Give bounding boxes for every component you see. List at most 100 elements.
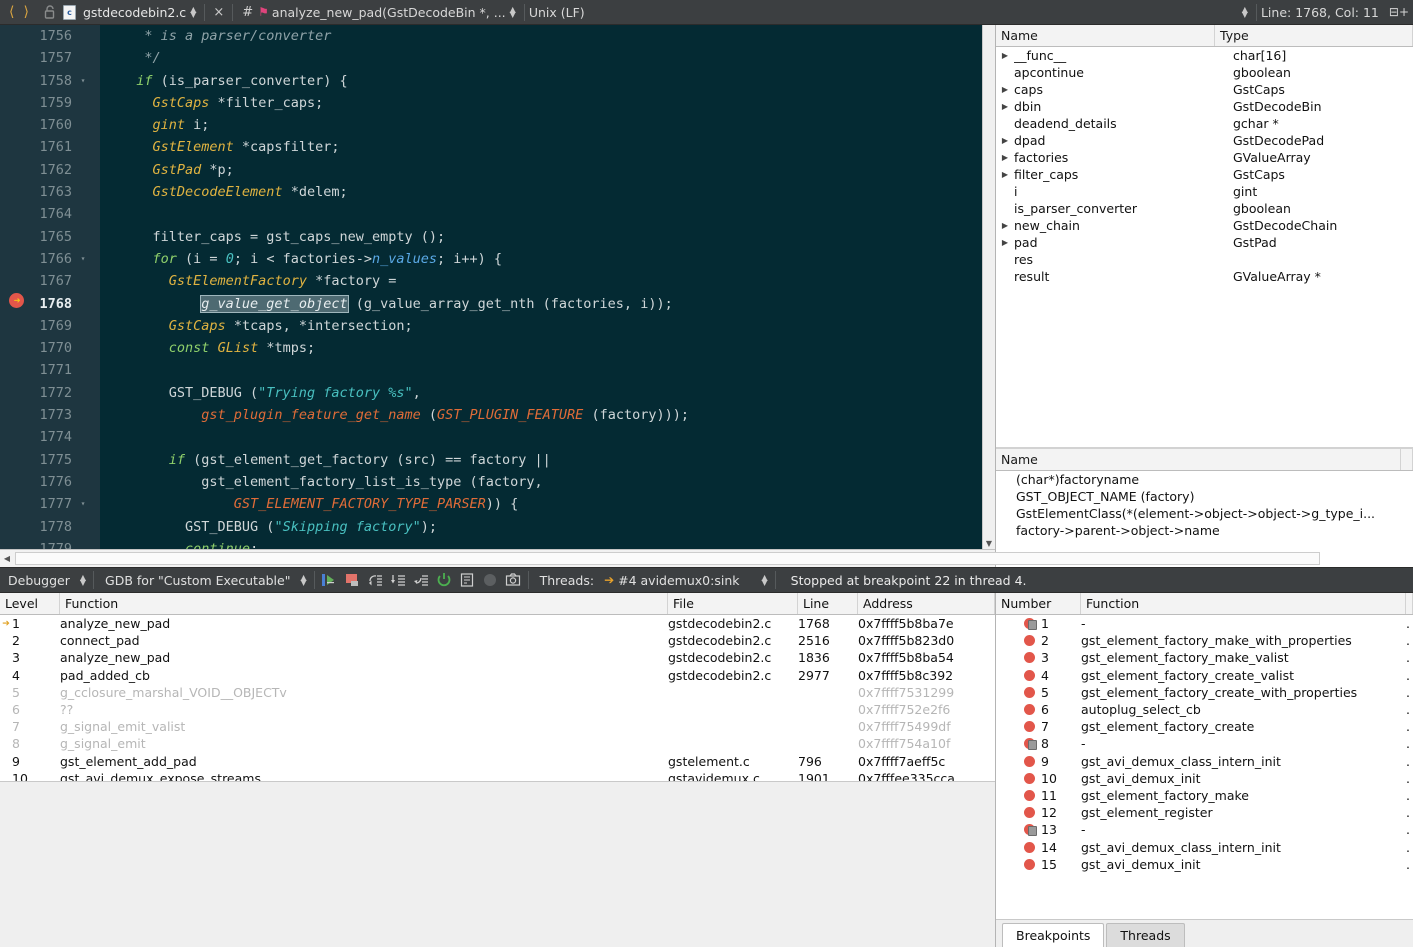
breakpoint-dot-icon[interactable]	[1024, 841, 1035, 853]
breakpoint-row[interactable]: 4 gst_element_factory_create_valist.	[996, 667, 1413, 684]
breakpoints-column-file[interactable]: F	[1406, 593, 1413, 614]
locals-row[interactable]: result GValueArray *	[996, 268, 1413, 285]
expression-row[interactable]: (char*)factoryname	[996, 471, 1413, 488]
breakpoint-dot-icon[interactable]	[1024, 635, 1035, 647]
step-out-icon[interactable]	[411, 570, 432, 590]
code-line[interactable]: 1769 GstCaps *tcaps, *intersection;	[0, 315, 982, 337]
hscroll-thumb[interactable]	[15, 552, 1320, 565]
fold-marker-icon[interactable]: ▾	[72, 70, 94, 92]
locals-row[interactable]: ▶ dpad GstDecodePad	[996, 132, 1413, 149]
locals-column-type[interactable]: Type	[1215, 25, 1413, 46]
fold-marker-icon[interactable]: ▾	[72, 493, 94, 515]
expressions-column-name[interactable]: Name	[996, 449, 1401, 470]
breakpoint-dot-icon[interactable]	[1024, 858, 1035, 870]
breakpoint-dot-icon[interactable]	[1024, 738, 1037, 751]
tab-breakpoints[interactable]: Breakpoints	[1002, 923, 1105, 947]
locals-row[interactable]: i gint	[996, 183, 1413, 200]
fold-marker-icon[interactable]	[72, 359, 94, 381]
expand-arrow-icon[interactable]: ▶	[996, 136, 1014, 145]
locals-row[interactable]: ▶ caps GstCaps	[996, 81, 1413, 98]
breakpoint-dot-icon[interactable]	[1024, 704, 1035, 716]
breakpoint-row[interactable]: 10 gst_avi_demux_init.	[996, 770, 1413, 787]
breakpoint-row[interactable]: 9 gst_avi_demux_class_intern_init.	[996, 753, 1413, 770]
fold-marker-icon[interactable]	[72, 404, 94, 426]
expand-arrow-icon[interactable]: ▶	[996, 85, 1014, 94]
step-into-icon[interactable]	[388, 570, 409, 590]
stack-row[interactable]: 5 g_cclosure_marshal_VOID__OBJECTv 0x7ffff…	[0, 684, 995, 701]
fold-marker-icon[interactable]	[72, 293, 94, 315]
expression-row[interactable]: GST_OBJECT_NAME (factory)	[996, 488, 1413, 505]
breakpoint-row[interactable]: 7 gst_element_factory_create.	[996, 718, 1413, 735]
breakpoint-dot-icon[interactable]	[1024, 721, 1035, 733]
code-line[interactable]: 1772 GST_DEBUG ("Trying factory %s",	[0, 382, 982, 404]
breakpoint-row[interactable]: 14 gst_avi_demux_class_intern_init.	[996, 838, 1413, 855]
stack-row[interactable]: 8 g_signal_emit 0x7ffff754a10f	[0, 735, 995, 752]
code-line[interactable]: 1761 GstElement *capsfilter;	[0, 136, 982, 158]
breakpoint-dot-icon[interactable]	[1024, 755, 1035, 767]
locals-row[interactable]: ▶ dbin GstDecodeBin	[996, 98, 1413, 115]
fold-marker-icon[interactable]	[72, 382, 94, 404]
stack-row[interactable]: 4 pad_added_cb gstdecodebin2.c 2977 0x7ffff5…	[0, 667, 995, 684]
fold-marker-icon[interactable]	[72, 538, 94, 549]
code-line[interactable]: 1776 gst_element_factory_list_is_type (f…	[0, 471, 982, 493]
code-line[interactable]: 1774	[0, 426, 982, 448]
expand-arrow-icon[interactable]: ▶	[996, 170, 1014, 179]
fold-marker-icon[interactable]	[72, 449, 94, 471]
breakpoint-dot-icon[interactable]	[1024, 789, 1035, 801]
fold-marker-icon[interactable]	[72, 471, 94, 493]
code-line[interactable]: 1762 GstPad *p;	[0, 159, 982, 181]
fold-marker-icon[interactable]	[72, 136, 94, 158]
thread-selector-value[interactable]: #4 avidemux0:sink	[618, 573, 739, 588]
source-code-area[interactable]: 1756 * is a parser/converter 1757 */1758 ▾…	[0, 25, 982, 549]
expression-row[interactable]: factory->parent->object->name	[996, 522, 1413, 539]
debugger-mode-dropdown-icon[interactable]: ▲ ▼	[76, 574, 90, 587]
step-over-icon[interactable]	[365, 570, 386, 590]
code-line[interactable]: 1768 g_value_get_object (g_value_array_g…	[0, 292, 982, 315]
breakpoint-dot-icon[interactable]	[1024, 807, 1035, 819]
stack-column-address[interactable]: Address	[858, 593, 995, 614]
locals-row[interactable]: apcontinue gboolean	[996, 64, 1413, 81]
forward-icon[interactable]: ⟩	[23, 5, 28, 19]
expand-arrow-icon[interactable]: ▶	[996, 153, 1014, 162]
fold-marker-icon[interactable]	[72, 270, 94, 292]
fold-marker-icon[interactable]	[72, 92, 94, 114]
breakpoint-row[interactable]: 11 gst_element_factory_make.	[996, 787, 1413, 804]
line-ending-selector[interactable]: Unix (LF)	[529, 5, 585, 20]
locals-row[interactable]: res	[996, 251, 1413, 268]
code-line[interactable]: 1779 continue;	[0, 538, 982, 549]
breakpoint-row[interactable]: 6 autoplug_select_cb.	[996, 701, 1413, 718]
tab-threads[interactable]: Threads	[1106, 923, 1185, 947]
debug-configuration-dropdown-icon[interactable]: ▲ ▼	[296, 574, 310, 587]
stack-row[interactable]: ➔ 1 analyze_new_pad gstdecodebin2.c 1768 0x7f…	[0, 615, 995, 632]
breakpoint-dot-icon[interactable]	[1024, 824, 1037, 837]
fold-marker-icon[interactable]	[72, 25, 94, 47]
locals-row[interactable]: ▶ pad GstPad	[996, 234, 1413, 251]
locals-column-name[interactable]: Name	[996, 25, 1215, 46]
breakpoint-dot-icon[interactable]	[1024, 669, 1035, 681]
symbol-dropdown-arrows-icon[interactable]: ▲ ▼	[506, 6, 520, 19]
snapshot-icon[interactable]	[503, 570, 524, 590]
thread-dropdown-arrows-icon[interactable]: ▲ ▼	[758, 574, 772, 587]
locals-row[interactable]: ▶ filter_caps GstCaps	[996, 166, 1413, 183]
unlocked-padlock-icon[interactable]	[37, 5, 63, 19]
expand-arrow-icon[interactable]: ▶	[996, 238, 1014, 247]
code-line[interactable]: 1759 GstCaps *filter_caps;	[0, 92, 982, 114]
breakpoint-row[interactable]: 3 gst_element_factory_make_valist.	[996, 649, 1413, 666]
locals-row[interactable]: ▶ __func__ char[16]	[996, 47, 1413, 64]
back-icon[interactable]: ⟨	[9, 5, 14, 19]
breakpoint-dot-icon[interactable]	[1024, 686, 1035, 698]
line-ending-dropdown-arrows-icon[interactable]: ▲ ▼	[1238, 6, 1252, 19]
editor-vertical-scrollbar[interactable]: ▼	[982, 25, 995, 549]
code-line[interactable]: 1757 */	[0, 47, 982, 69]
fold-marker-icon[interactable]	[72, 315, 94, 337]
fold-marker-icon[interactable]	[72, 516, 94, 538]
stack-row[interactable]: 9 gst_element_add_pad gstelement.c 796 0x7ff…	[0, 753, 995, 770]
stack-row[interactable]: 2 connect_pad gstdecodebin2.c 2516 0x7ffff5b…	[0, 632, 995, 649]
editor-horizontal-scrollbar[interactable]: ◀	[0, 549, 1320, 567]
expand-arrow-icon[interactable]: ▶	[996, 51, 1014, 60]
breakpoint-row[interactable]: 12 gst_element_register.	[996, 804, 1413, 821]
code-line[interactable]: 1771	[0, 359, 982, 381]
scroll-down-icon[interactable]: ▼	[986, 539, 992, 549]
stack-column-line[interactable]: Line	[798, 593, 858, 614]
code-line[interactable]: 1770 const GList *tmps;	[0, 337, 982, 359]
